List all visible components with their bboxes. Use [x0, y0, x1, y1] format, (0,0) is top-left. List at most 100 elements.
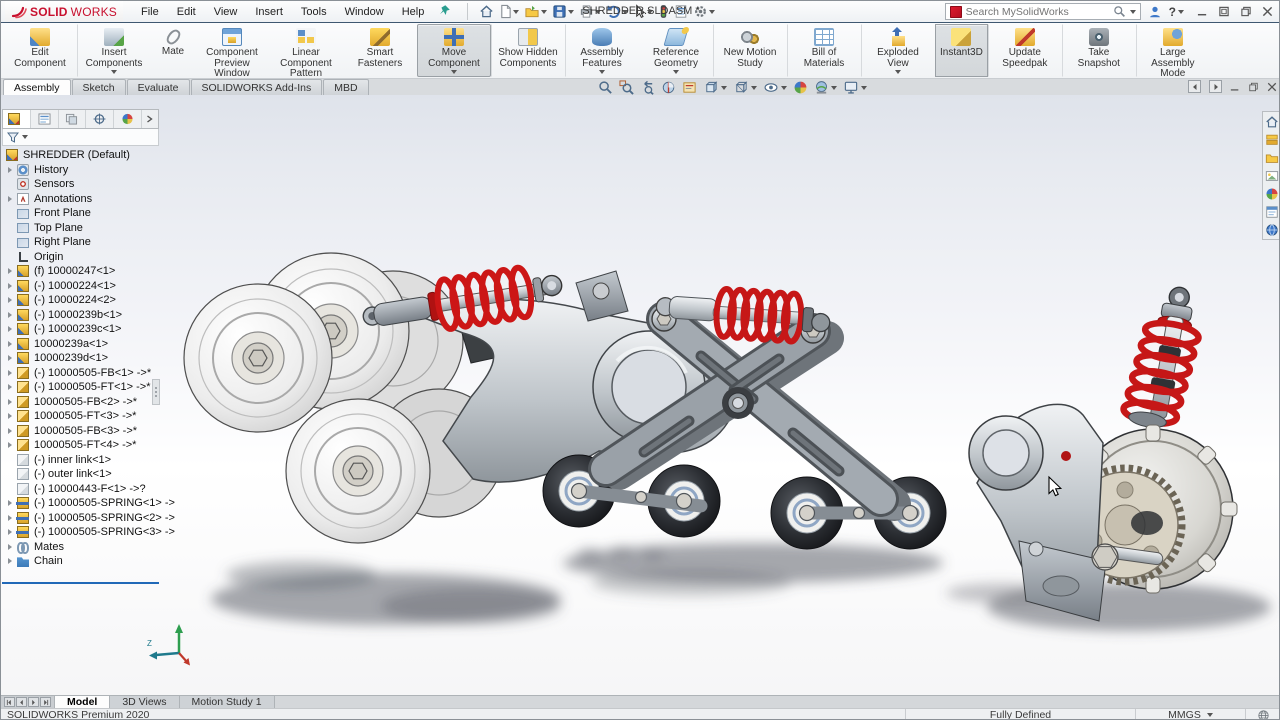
tree-item[interactable]: Sensors	[2, 177, 159, 192]
tree-item[interactable]: Origin	[2, 250, 159, 265]
expand-arrow-icon[interactable]	[8, 428, 12, 434]
command-button[interactable]: Reference Geometry	[639, 24, 713, 77]
menu-item[interactable]: File	[141, 6, 159, 18]
command-button[interactable]: Move Component	[417, 24, 491, 77]
dynamic-annotation-views-icon[interactable]	[682, 80, 697, 95]
tab-configuration-manager[interactable]	[59, 110, 87, 128]
dropdown-caret-icon[interactable]	[861, 86, 867, 90]
solidworks-forum-icon[interactable]	[1264, 222, 1280, 237]
zoom-to-area-icon[interactable]	[619, 80, 634, 95]
file-explorer-icon[interactable]	[1264, 150, 1280, 165]
expand-arrow-icon[interactable]	[8, 442, 12, 448]
tree-item[interactable]: Annotations	[2, 192, 159, 207]
expand-arrow-icon[interactable]	[8, 312, 12, 318]
filter-funnel-icon[interactable]	[7, 132, 19, 143]
pin-icon[interactable]	[438, 4, 451, 20]
dropdown-caret-icon[interactable]	[721, 86, 727, 90]
ribbon-tab[interactable]: Sketch	[72, 79, 126, 95]
solidworks-resources-icon[interactable]	[1264, 114, 1280, 129]
dropdown-caret-icon[interactable]	[895, 70, 901, 74]
command-button[interactable]: Take Snapshot	[1062, 24, 1136, 77]
close-button[interactable]	[1262, 6, 1273, 17]
apply-scene-icon[interactable]	[814, 80, 837, 95]
first-tab-button[interactable]	[4, 697, 15, 707]
dropdown-caret-icon[interactable]	[541, 10, 547, 14]
ribbon-tab[interactable]: Evaluate	[127, 79, 190, 95]
dropdown-caret-icon[interactable]	[111, 70, 117, 74]
document-tab[interactable]: Motion Study 1	[180, 696, 275, 708]
tree-item[interactable]: 10000505-FT<3> ->*	[2, 409, 159, 424]
command-button[interactable]: Bill of Materials	[787, 24, 861, 77]
menu-item[interactable]: Help	[402, 6, 425, 18]
tree-item[interactable]: Chain	[2, 554, 159, 569]
dropdown-caret-icon[interactable]	[451, 70, 457, 74]
filter-caret-icon[interactable]	[22, 135, 28, 139]
tree-item[interactable]: (-) 10000239b<1>	[2, 308, 159, 323]
appearances-scenes-icon[interactable]	[1264, 186, 1280, 201]
tab-featuremanager-design-tree[interactable]	[3, 110, 31, 128]
expand-arrow-icon[interactable]	[8, 558, 12, 564]
hide-show-items-icon[interactable]	[763, 80, 787, 95]
right-shock-absorber[interactable]	[1121, 281, 1206, 433]
expand-arrow-icon[interactable]	[8, 529, 12, 535]
tree-item[interactable]: (-) 10000505-SPRING<3> ->	[2, 525, 159, 540]
ribbon-tab[interactable]: Assembly	[3, 79, 71, 95]
restore-button[interactable]	[1218, 6, 1230, 17]
document-tab[interactable]: 3D Views	[110, 696, 179, 708]
expand-arrow-icon[interactable]	[8, 515, 12, 521]
dropdown-caret-icon[interactable]	[781, 86, 787, 90]
tree-item[interactable]: History	[2, 163, 159, 178]
expand-arrow-icon[interactable]	[8, 544, 12, 550]
tree-item[interactable]: (-) outer link<1>	[2, 467, 159, 482]
menu-item[interactable]: Window	[345, 6, 384, 18]
command-button[interactable]: Smart Fasteners	[343, 24, 417, 77]
tree-item[interactable]: 10000239d<1>	[2, 351, 159, 366]
expand-arrow-icon[interactable]	[8, 384, 12, 390]
tree-item[interactable]: (f) 10000247<1>	[2, 264, 159, 279]
doc-close-button[interactable]	[1267, 82, 1277, 92]
expand-arrow-icon[interactable]	[8, 355, 12, 361]
panel-splitter-grip[interactable]	[152, 379, 160, 405]
right-drive-assembly[interactable]	[969, 281, 1237, 621]
expand-arrow-icon[interactable]	[8, 326, 12, 332]
command-button[interactable]: Instant3D	[935, 24, 988, 77]
command-button[interactable]: Insert Components	[77, 24, 151, 77]
expand-arrow-icon[interactable]	[8, 399, 12, 405]
menu-item[interactable]: Edit	[177, 6, 196, 18]
last-tab-button[interactable]	[40, 697, 51, 707]
tree-item[interactable]: 10000505-FT<4> ->*	[2, 438, 159, 453]
expand-arrow-icon[interactable]	[8, 268, 12, 274]
expand-arrow-icon[interactable]	[8, 413, 12, 419]
menu-item[interactable]: Tools	[301, 6, 327, 18]
dropdown-caret-icon[interactable]	[673, 70, 679, 74]
doc-minimize-button[interactable]	[1230, 82, 1240, 92]
view-orientation-icon[interactable]	[703, 80, 727, 95]
command-button[interactable]: Component Preview Window	[195, 24, 269, 77]
tab-property-manager[interactable]	[31, 110, 59, 128]
dropdown-caret-icon[interactable]	[831, 86, 837, 90]
command-button[interactable]: Show Hidden Components	[491, 24, 565, 77]
ribbon-tab[interactable]: MBD	[323, 79, 368, 95]
command-button[interactable]: Exploded View	[861, 24, 935, 77]
menu-item[interactable]: Insert	[255, 6, 283, 18]
previous-document-button[interactable]	[1188, 80, 1201, 93]
dropdown-caret-icon[interactable]	[709, 10, 715, 14]
zoom-to-fit-icon[interactable]	[598, 80, 613, 95]
expand-arrow-icon[interactable]	[8, 341, 12, 347]
rollback-bar[interactable]	[2, 582, 159, 584]
viewport-3d-scene[interactable]	[1, 95, 1280, 695]
expand-arrow-icon[interactable]	[8, 196, 12, 202]
open-button[interactable]	[523, 3, 548, 20]
tree-item[interactable]: 10000505-FB<3> ->*	[2, 424, 159, 439]
section-view-icon[interactable]	[661, 80, 676, 95]
menu-item[interactable]: View	[214, 6, 238, 18]
expand-arrow-icon[interactable]	[8, 500, 12, 506]
command-button[interactable]: New Motion Study	[713, 24, 787, 77]
next-tab-button[interactable]	[28, 697, 39, 707]
document-tab[interactable]: Model	[55, 696, 110, 708]
custom-properties-icon[interactable]	[1264, 204, 1280, 219]
tags-globe-icon[interactable]	[1257, 709, 1270, 720]
command-button[interactable]: Large Assembly Mode	[1136, 24, 1210, 77]
user-account-icon[interactable]	[1148, 5, 1162, 19]
tree-item[interactable]: Mates	[2, 540, 159, 555]
